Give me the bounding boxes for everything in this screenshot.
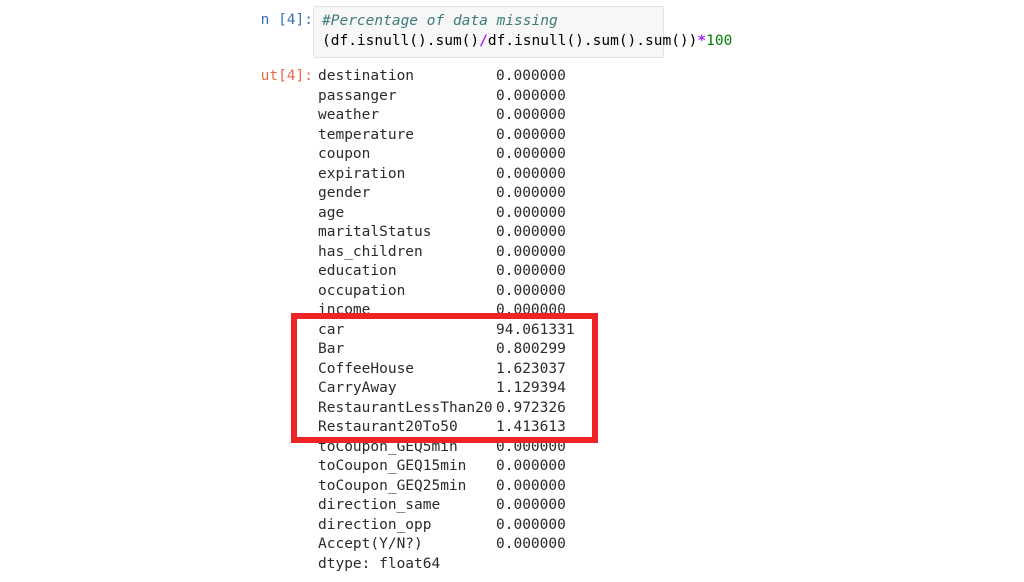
series-index-label: age	[318, 204, 345, 221]
series-index-label: CarryAway	[318, 380, 397, 396]
series-row: income 0.000000	[318, 301, 566, 321]
series-row: gender 0.000000	[318, 184, 566, 204]
series-value: 94.061331	[496, 321, 575, 338]
series-value: 0.000000	[496, 516, 566, 533]
series-value: 1.623037	[496, 360, 566, 377]
output-prompt-text: Out[4]:	[262, 68, 313, 84]
series-index-label: direction_same	[318, 497, 441, 513]
series-index-label: toCoupon_GEQ25min	[318, 477, 467, 494]
series-value: 0.000000	[496, 536, 566, 552]
code-token-multiply-operator: *	[697, 32, 707, 49]
series-index-label: Bar	[318, 341, 345, 357]
series-index-label: temperature	[318, 126, 415, 143]
series-row: temperature 0.000000	[318, 126, 566, 146]
series-value: 0.000000	[496, 126, 566, 143]
series-row: education 0.000000	[318, 262, 566, 282]
code-editor-area[interactable]: #Percentage of data missing (df.isnull()…	[313, 6, 732, 58]
series-index-label: weather	[318, 107, 380, 123]
series-index-label: RestaurantLessThan20	[318, 399, 493, 416]
series-row: Accept(Y/N?) 0.000000	[318, 535, 566, 555]
series-value: 0.000000	[496, 458, 566, 474]
series-row: toCoupon_GEQ25min 0.000000	[318, 477, 566, 497]
pandas-series-output: destination 0.000000 passanger 0.000000 weat…	[318, 67, 575, 574]
series-value: 0.000000	[496, 243, 566, 260]
series-value: 0.000000	[496, 497, 566, 513]
series-value: 0.000000	[496, 302, 566, 318]
series-value: 1.129394	[496, 380, 566, 396]
series-value: 0.000000	[496, 204, 566, 221]
series-row: direction_same 0.000000	[318, 496, 566, 516]
code-token-expr-start: (df.isnull().sum()	[322, 32, 480, 49]
code-token-expr-end: df.isnull().sum().sum())	[487, 32, 698, 49]
series-index-label: Restaurant20To50	[318, 419, 458, 435]
series-row: CoffeeHouse 1.623037	[318, 360, 566, 380]
series-index-label: toCoupon_GEQ5min	[318, 438, 458, 455]
series-value: 0.000000	[496, 477, 566, 494]
series-row: Restaurant20To50 1.413613	[318, 418, 566, 438]
series-index-label: has_children	[318, 243, 423, 260]
input-prompt-label: In [4]:	[262, 6, 313, 31]
series-row: maritalStatus 0.000000	[318, 223, 566, 243]
series-row: expiration 0.000000	[318, 165, 566, 185]
series-value: 0.000000	[496, 224, 566, 240]
output-prompt-label: Out[4]:	[262, 67, 313, 87]
code-line-comment: #Percentage of data missing	[322, 12, 657, 32]
series-row: weather 0.000000	[318, 106, 566, 126]
series-value: 0.000000	[496, 87, 566, 104]
series-row: toCoupon_GEQ5min 0.000000	[318, 438, 566, 458]
series-row: coupon 0.000000	[318, 145, 566, 165]
series-index-label: gender	[318, 185, 371, 201]
code-cell-output: Out[4]: destination 0.000000 passanger 0.00…	[262, 67, 682, 574]
series-index-label: CoffeeHouse	[318, 360, 415, 377]
series-row: car 94.061331	[318, 321, 575, 341]
series-value: 0.000000	[496, 185, 566, 201]
code-token-number: 100	[706, 32, 733, 49]
series-index-label: car	[318, 321, 345, 338]
series-value: 0.000000	[496, 107, 566, 123]
series-row: age 0.000000	[318, 204, 566, 224]
series-value: 1.413613	[496, 419, 566, 435]
series-index-label: education	[318, 263, 397, 279]
series-index-label: occupation	[318, 282, 406, 299]
series-row: passanger 0.000000	[318, 87, 566, 107]
series-index-label: destination	[318, 68, 415, 84]
code-token-divide-operator: /	[479, 32, 488, 49]
input-prompt-text: In [4]:	[262, 12, 313, 28]
series-row: direction_opp 0.000000	[318, 516, 566, 536]
series-index-label: passanger	[318, 87, 397, 104]
series-index-label: maritalStatus	[318, 224, 432, 240]
series-dtype-label: dtype: float64	[318, 555, 441, 572]
code-token-comment: #Percentage of data missing	[322, 13, 558, 29]
series-value: 0.000000	[496, 165, 566, 182]
series-value: 0.800299	[496, 341, 566, 357]
series-index-label: direction_opp	[318, 516, 432, 533]
jupyter-notebook-canvas: In [4]: #Percentage of data missing (df.…	[0, 0, 1024, 582]
series-row: RestaurantLessThan20 0.972326	[318, 399, 566, 419]
series-index-label: toCoupon_GEQ15min	[318, 458, 467, 474]
series-row: CarryAway 1.129394	[318, 379, 566, 399]
series-value: 0.000000	[496, 438, 566, 455]
series-row: Bar 0.800299	[318, 340, 566, 360]
series-row: toCoupon_GEQ15min 0.000000	[318, 457, 566, 477]
code-line-expression: (df.isnull().sum()/df.isnull().sum().sum…	[322, 32, 732, 52]
series-value: 0.972326	[496, 399, 566, 416]
series-value: 0.000000	[496, 282, 566, 299]
series-value: 0.000000	[496, 68, 566, 84]
series-index-label: income	[318, 302, 371, 318]
code-cell-input[interactable]: In [4]: #Percentage of data missing (df.…	[262, 6, 732, 58]
series-row: occupation 0.000000	[318, 282, 566, 302]
series-value: 0.000000	[496, 146, 566, 162]
series-index-label: Accept(Y/N?)	[318, 536, 423, 552]
series-value: 0.000000	[496, 263, 566, 279]
series-row-list: destination 0.000000 passanger 0.000000 weat…	[318, 67, 575, 555]
series-row: has_children 0.000000	[318, 243, 566, 263]
series-index-label: coupon	[318, 146, 371, 162]
series-index-label: expiration	[318, 165, 406, 182]
series-row: destination 0.000000	[318, 67, 566, 87]
